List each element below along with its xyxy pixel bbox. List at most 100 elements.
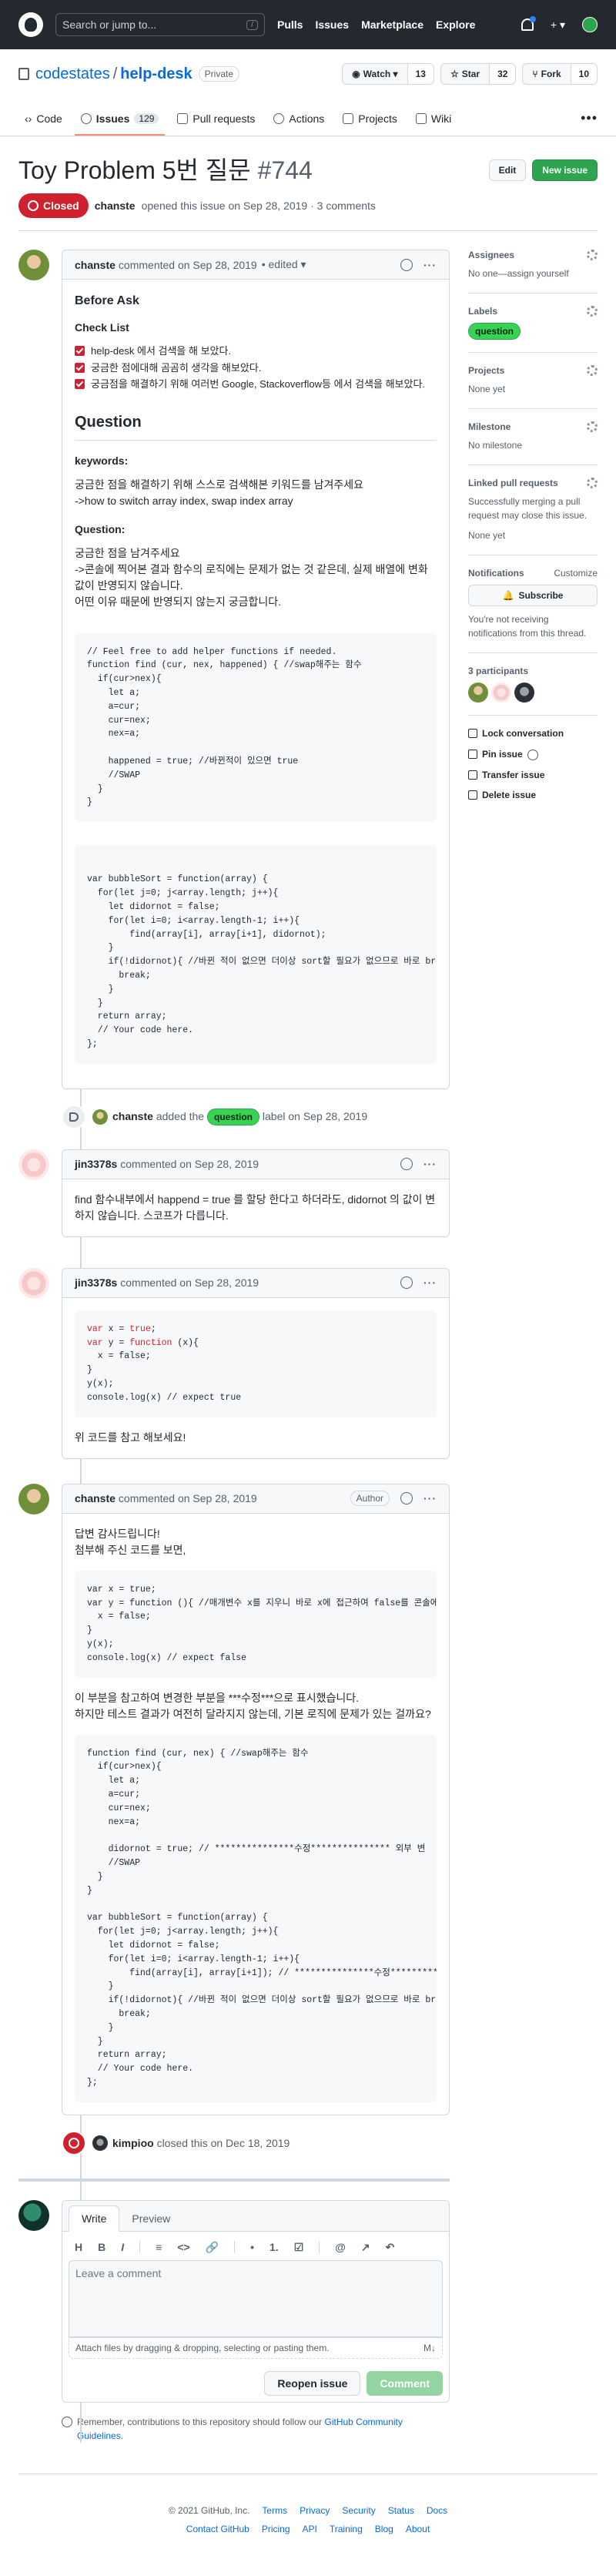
gear-icon[interactable] [587, 421, 598, 432]
comment-textarea[interactable]: Leave a comment [69, 2259, 443, 2337]
event-actor[interactable]: chanste [112, 1110, 153, 1122]
checkbox-checked-icon[interactable] [75, 346, 85, 357]
footer-link-about[interactable]: About [406, 2524, 430, 2534]
edit-title-button[interactable]: Edit [488, 159, 527, 181]
avatar[interactable] [18, 1483, 49, 1514]
checkbox-checked-icon[interactable] [75, 379, 85, 390]
comment-author[interactable]: chanste [75, 1492, 116, 1504]
avatar[interactable] [18, 1149, 49, 1180]
italic-icon[interactable]: I [121, 2241, 124, 2253]
edited-dropdown[interactable]: • edited ▾ [262, 258, 306, 271]
avatar[interactable] [491, 683, 511, 703]
footer-link-terms[interactable]: Terms [262, 2505, 287, 2516]
assignees-title[interactable]: Assignees [468, 250, 598, 260]
comment-menu-icon[interactable]: ··· [424, 1492, 437, 1504]
watch-button[interactable]: ◉ Watch ▾ [343, 64, 408, 84]
comment-menu-icon[interactable]: ··· [424, 1276, 437, 1289]
task-list-icon[interactable]: ☑ [294, 2241, 304, 2254]
avatar[interactable] [18, 250, 49, 280]
comment-timestamp[interactable]: commented on Sep 28, 2019 [119, 1492, 257, 1504]
tab-actions[interactable]: Actions [267, 112, 330, 136]
gear-icon[interactable] [587, 478, 598, 488]
add-reaction-icon[interactable] [400, 1276, 413, 1290]
event-actor[interactable]: kimpioo [112, 2137, 154, 2149]
tab-projects[interactable]: Projects [336, 112, 403, 136]
footer-link-status[interactable]: Status [388, 2505, 414, 2516]
avatar[interactable] [18, 1267, 49, 1299]
comment-menu-icon[interactable]: ··· [424, 1158, 437, 1170]
search-input[interactable]: Search or jump to... / [55, 13, 265, 36]
add-reaction-icon[interactable] [400, 258, 413, 271]
transfer-issue-link[interactable]: Transfer issue [468, 770, 598, 780]
reopen-issue-button[interactable]: Reopen issue [264, 2370, 361, 2396]
comment-author[interactable]: jin3378s [75, 1276, 117, 1289]
quote-icon[interactable]: ≡ [156, 2241, 162, 2253]
customize-link[interactable]: Customize [554, 568, 598, 579]
link-icon[interactable]: 🔗 [206, 2241, 219, 2254]
assignees-text[interactable]: No one—assign yourself [468, 267, 598, 280]
subscribe-button[interactable]: 🔔 Subscribe [468, 585, 598, 606]
footer-link-docs[interactable]: Docs [427, 2505, 447, 2516]
avatar[interactable] [514, 683, 534, 703]
add-reaction-icon[interactable] [400, 1492, 413, 1505]
nav-marketplace[interactable]: Marketplace [361, 18, 424, 31]
projects-title[interactable]: Projects [468, 365, 598, 376]
watch-count[interactable]: 13 [407, 64, 434, 84]
checkbox-checked-icon[interactable] [75, 362, 85, 373]
comment-timestamp[interactable]: commented on Sep 28, 2019 [120, 1158, 259, 1170]
footer-link-privacy[interactable]: Privacy [300, 2505, 330, 2516]
repo-name-link[interactable]: help-desk [120, 65, 192, 82]
fork-button[interactable]: ⑂ Fork [523, 64, 571, 84]
pin-issue-link[interactable]: Pin issue [468, 748, 598, 760]
labels-title[interactable]: Labels [468, 306, 598, 317]
gear-icon[interactable] [587, 250, 598, 260]
user-avatar[interactable] [582, 17, 598, 32]
comment-author[interactable]: chanste [75, 259, 116, 271]
comment-author[interactable]: jin3378s [75, 1158, 117, 1170]
avatar[interactable] [18, 2199, 49, 2231]
tab-issues[interactable]: Issues 129 [74, 112, 166, 136]
create-new-button[interactable]: + ▾ [551, 18, 565, 32]
comment-menu-icon[interactable]: ··· [424, 259, 437, 271]
avatar[interactable] [468, 683, 488, 703]
bulleted-list-icon[interactable]: • [250, 2241, 254, 2253]
gear-icon[interactable] [587, 306, 598, 317]
nav-explore[interactable]: Explore [436, 18, 475, 31]
cross-reference-icon[interactable]: ↗ [361, 2241, 370, 2254]
bold-icon[interactable]: B [98, 2241, 105, 2253]
linked-prs-title[interactable]: Linked pull requests [468, 478, 598, 488]
star-button[interactable]: ☆ Star [441, 64, 490, 84]
more-tabs-icon[interactable]: ••• [581, 110, 598, 136]
markdown-icon[interactable]: M↓ [424, 2343, 436, 2353]
avatar[interactable] [92, 2135, 108, 2151]
fork-count[interactable]: 10 [571, 64, 597, 84]
footer-link-blog[interactable]: Blog [375, 2524, 393, 2534]
tab-pull-requests[interactable]: Pull requests [171, 112, 261, 136]
question-label[interactable]: question [207, 1108, 259, 1125]
delete-issue-link[interactable]: Delete issue [468, 790, 598, 800]
issue-author-link[interactable]: chanste [95, 200, 136, 212]
comment-button[interactable]: Comment [367, 2370, 443, 2396]
star-count[interactable]: 32 [490, 64, 516, 84]
add-reaction-icon[interactable] [400, 1158, 413, 1171]
comment-timestamp[interactable]: commented on Sep 28, 2019 [119, 259, 257, 271]
new-issue-button[interactable]: New issue [532, 159, 598, 181]
nav-pulls[interactable]: Pulls [277, 18, 303, 31]
milestone-title[interactable]: Milestone [468, 421, 598, 432]
mention-icon[interactable]: @ [335, 2241, 346, 2253]
repo-owner-link[interactable]: codestates [35, 65, 110, 82]
gear-icon[interactable] [587, 365, 598, 376]
comment-timestamp[interactable]: commented on Sep 28, 2019 [120, 1276, 259, 1289]
tab-preview[interactable]: Preview [119, 2206, 182, 2231]
lock-conversation-link[interactable]: Lock conversation [468, 728, 598, 739]
footer-link-contact[interactable]: Contact GitHub [186, 2524, 249, 2534]
footer-link-security[interactable]: Security [342, 2505, 375, 2516]
footer-link-pricing[interactable]: Pricing [262, 2524, 290, 2534]
numbered-list-icon[interactable]: 1. [270, 2241, 279, 2253]
code-icon[interactable]: <> [177, 2241, 189, 2253]
avatar[interactable] [92, 1109, 108, 1125]
tab-write[interactable]: Write [69, 2205, 120, 2232]
notifications-bell-icon[interactable] [521, 16, 536, 31]
tab-wiki[interactable]: Wiki [410, 112, 457, 136]
footer-link-training[interactable]: Training [330, 2524, 363, 2534]
